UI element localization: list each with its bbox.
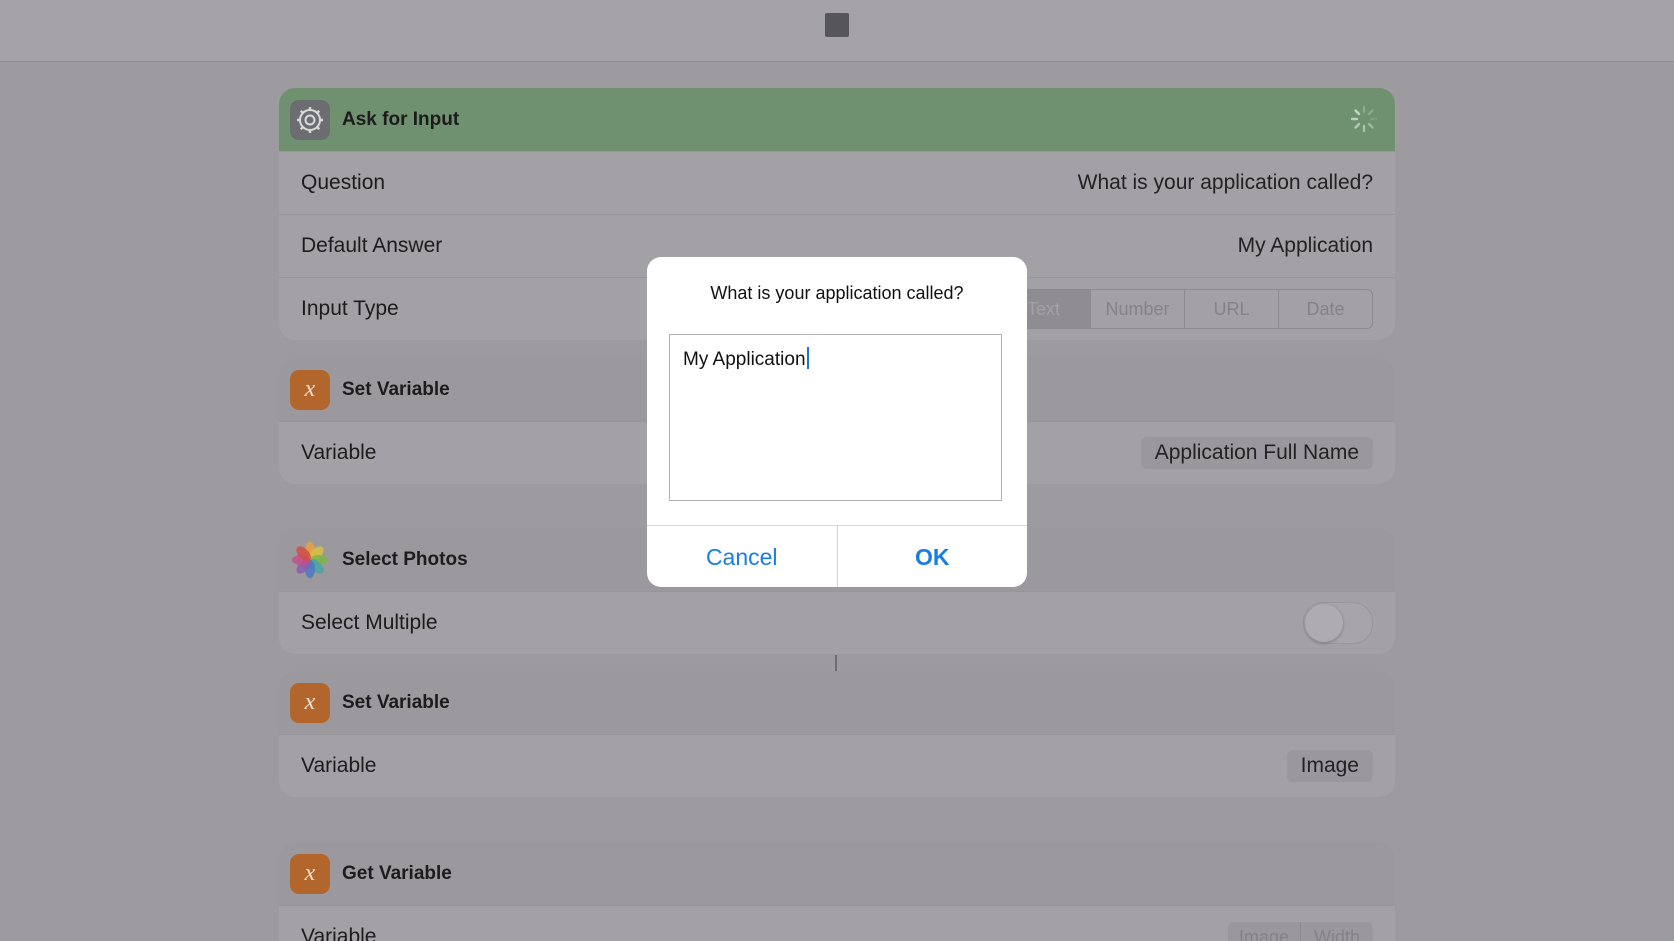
select-photos-title: Select Photos (342, 548, 468, 570)
cancel-button[interactable]: Cancel (647, 526, 837, 587)
variable-row[interactable]: Variable Image (279, 734, 1395, 797)
question-value[interactable]: What is your application called? (1078, 171, 1373, 195)
toggle-knob (1305, 604, 1343, 642)
default-answer-value[interactable]: My Application (1238, 234, 1373, 258)
ask-for-input-title: Ask for Input (342, 108, 460, 130)
set-variable-header: x Set Variable (279, 671, 1395, 734)
dialog-buttons: Cancel OK (647, 525, 1027, 587)
variable-label: Variable (301, 754, 377, 777)
dialog-text-input[interactable]: My Application (669, 334, 1002, 501)
set-variable-card: x Set Variable Variable Image (279, 671, 1395, 797)
default-answer-label: Default Answer (301, 234, 443, 257)
top-toolbar (0, 0, 1674, 62)
dialog-title: What is your application called? (710, 283, 964, 303)
input-type-segmented-control[interactable]: Text Number URL Date (996, 289, 1373, 329)
question-row[interactable]: Question What is your application called… (279, 151, 1395, 214)
input-type-date[interactable]: Date (1278, 290, 1372, 328)
set-variable-title: Set Variable (342, 378, 450, 400)
variable-token-group[interactable]: Image Width (1228, 922, 1373, 941)
variable-icon: x (290, 853, 330, 894)
variable-row[interactable]: Variable Image Width (279, 905, 1395, 941)
ask-for-input-header: Ask for Input (279, 88, 1395, 151)
input-dialog: What is your application called? My Appl… (647, 257, 1027, 587)
variable-label: Variable (301, 925, 377, 941)
variable-icon: x (290, 369, 330, 410)
variable-value[interactable]: Application Full Name (1140, 437, 1373, 469)
select-multiple-toggle[interactable] (1303, 602, 1373, 644)
variable-value[interactable]: Image (1286, 750, 1373, 782)
variable-label: Variable (301, 441, 377, 464)
gear-icon (290, 99, 330, 140)
workflow-connector (835, 655, 837, 671)
select-multiple-row: Select Multiple (279, 591, 1395, 654)
token-width[interactable]: Width (1300, 922, 1373, 941)
ok-button[interactable]: OK (836, 526, 1028, 587)
get-variable-title: Get Variable (342, 862, 452, 884)
input-type-number[interactable]: Number (1090, 290, 1184, 328)
get-variable-card: x Get Variable Variable Image Width (279, 842, 1395, 941)
photos-icon (290, 540, 330, 580)
stop-icon[interactable] (825, 13, 849, 37)
spinner-icon (1350, 105, 1378, 133)
token-image[interactable]: Image (1228, 922, 1300, 941)
question-label: Question (301, 171, 386, 194)
variable-icon: x (290, 682, 330, 723)
input-type-label: Input Type (301, 297, 399, 320)
input-type-url[interactable]: URL (1184, 290, 1278, 328)
dialog-input-text: My Application (683, 349, 806, 370)
set-variable-title: Set Variable (342, 691, 450, 713)
text-caret (806, 347, 809, 369)
get-variable-header: x Get Variable (279, 842, 1395, 905)
select-multiple-label: Select Multiple (301, 611, 438, 634)
